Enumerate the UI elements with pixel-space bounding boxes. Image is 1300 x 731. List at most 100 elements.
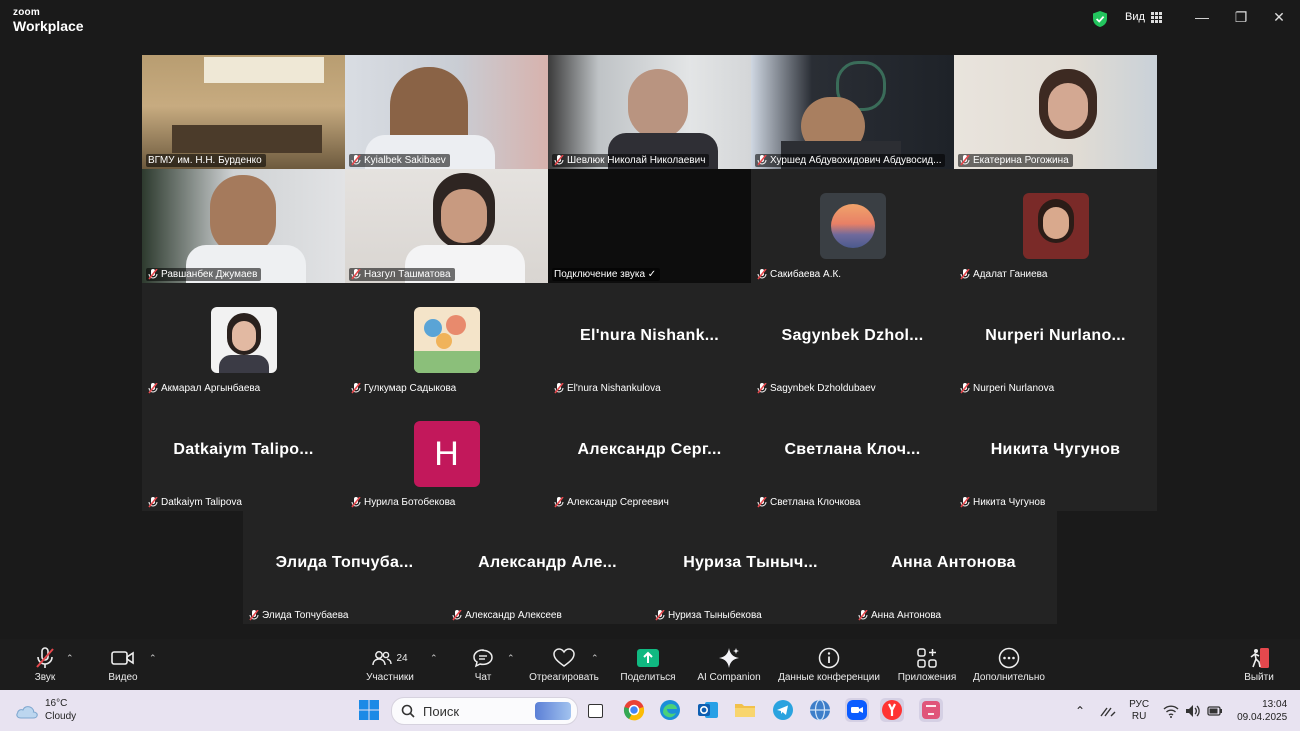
restore-icon[interactable]: ❐ bbox=[1231, 9, 1251, 26]
video-tile[interactable]: Nurperi Nurlano... Nurperi Nurlanova bbox=[954, 283, 1157, 397]
apps-button[interactable]: Приложения bbox=[894, 639, 960, 690]
outlook-icon[interactable] bbox=[696, 698, 720, 722]
participant-name-label: Александр Алексеев bbox=[450, 609, 566, 622]
video-tile[interactable]: Kyialbek Sakibaev bbox=[345, 55, 548, 169]
video-tile[interactable]: ВГМУ им. Н.Н. Бурденко bbox=[142, 55, 345, 169]
windows-start-icon[interactable] bbox=[357, 698, 381, 722]
zoom-app-icon[interactable] bbox=[845, 698, 869, 722]
video-tile[interactable]: Адалат Ганиева bbox=[954, 169, 1157, 283]
edge-icon[interactable] bbox=[658, 698, 682, 722]
chevron-up-icon[interactable]: ⌃ bbox=[430, 653, 438, 664]
participant-name-label: Адалат Ганиева bbox=[958, 268, 1051, 281]
participant-display-name: Элида Топчуба... bbox=[275, 554, 414, 571]
participant-name-label: Александр Сергеевич bbox=[552, 496, 673, 509]
video-tile[interactable]: Элида Топчуба... Элида Топчубаева bbox=[243, 510, 446, 624]
file-explorer-icon[interactable] bbox=[733, 698, 757, 722]
react-button[interactable]: Отреагировать bbox=[526, 639, 602, 690]
video-tile[interactable]: Нуриза Тыныч... Нуриза Тыныбекова bbox=[649, 510, 852, 624]
mic-muted-icon bbox=[351, 383, 361, 394]
video-tile[interactable]: Акмарал Аргынбаева bbox=[142, 283, 345, 397]
video-button[interactable]: Видео bbox=[103, 639, 143, 690]
avatar bbox=[413, 307, 480, 373]
wifi-icon[interactable] bbox=[1163, 704, 1179, 718]
cloud-icon bbox=[16, 705, 38, 718]
video-tile[interactable]: H Нурила Ботобекова bbox=[345, 397, 548, 511]
meeting-info-button[interactable]: Данные конференции bbox=[773, 639, 885, 690]
audio-button[interactable]: Звук bbox=[26, 639, 64, 690]
participants-button[interactable]: 24 Участники bbox=[362, 639, 418, 690]
weather-condition: Cloudy bbox=[45, 710, 77, 722]
taskbar-search[interactable]: Поиск bbox=[391, 697, 578, 725]
video-tile[interactable]: Шевлюк Николай Николаевич bbox=[548, 55, 751, 169]
windows-taskbar: 16°C Cloudy Поиск ⌃ РУС RU 13:04 09.04.2025 bbox=[0, 690, 1300, 731]
video-tile[interactable]: Sagynbek Dzhol... Sagynbek Dzholdubaev bbox=[751, 283, 954, 397]
ai-companion-button[interactable]: AI Companion bbox=[693, 639, 765, 690]
chevron-up-icon[interactable]: ⌃ bbox=[66, 653, 74, 664]
network-icon[interactable] bbox=[1099, 704, 1117, 718]
chevron-up-icon[interactable]: ⌃ bbox=[507, 653, 515, 664]
chat-icon bbox=[473, 649, 493, 668]
leave-icon bbox=[1250, 648, 1269, 668]
video-tile[interactable]: Равшанбек Джумаев bbox=[142, 169, 345, 283]
participants-count: 24 bbox=[396, 652, 408, 664]
participant-display-name: Sagynbek Dzhol... bbox=[781, 327, 924, 344]
task-view-icon[interactable] bbox=[583, 698, 607, 722]
mic-muted-icon bbox=[351, 497, 361, 508]
video-tile[interactable]: Гулкумар Садыкова bbox=[345, 283, 548, 397]
video-tile[interactable]: Александр Але... Александр Алексеев bbox=[446, 510, 649, 624]
more-icon bbox=[998, 647, 1020, 669]
mic-muted-icon bbox=[960, 269, 970, 280]
mic-muted-icon bbox=[148, 497, 158, 508]
weather-widget[interactable]: 16°C Cloudy bbox=[15, 698, 76, 723]
video-tile[interactable]: Александр Серг... Александр Сергеевич bbox=[548, 397, 751, 511]
participant-name-label: Назгул Ташматова bbox=[349, 268, 455, 281]
video-tile[interactable]: Хуршед Абдувохидович Абдувосид... bbox=[751, 55, 954, 169]
globe-app-icon[interactable] bbox=[808, 698, 832, 722]
shield-icon[interactable] bbox=[1092, 10, 1108, 28]
leave-button[interactable]: Выйти bbox=[1240, 639, 1278, 690]
video-tile[interactable]: Datkaiym Talipo... Datkaiym Talipova bbox=[142, 397, 345, 511]
sparkle-icon bbox=[719, 648, 739, 668]
mic-muted-icon bbox=[655, 610, 665, 621]
participant-name-label: Никита Чугунов bbox=[958, 496, 1049, 509]
avatar bbox=[1022, 193, 1089, 259]
video-tile[interactable]: Светлана Клоч... Светлана Клочкова bbox=[751, 397, 954, 511]
video-tile[interactable]: Сакибаева А.К. bbox=[751, 169, 954, 283]
mic-muted-icon bbox=[452, 610, 462, 621]
avatar: H bbox=[413, 421, 480, 487]
mic-muted-icon bbox=[757, 497, 767, 508]
telegram-icon[interactable] bbox=[771, 698, 795, 722]
chevron-up-icon[interactable]: ⌃ bbox=[149, 653, 157, 664]
snipping-tool-icon[interactable] bbox=[919, 698, 943, 722]
video-tile[interactable]: Екатерина Рогожина bbox=[954, 55, 1157, 169]
video-tile[interactable]: El'nura Nishank... El'nura Nishankulova bbox=[548, 283, 751, 397]
more-button[interactable]: Дополнительно bbox=[969, 639, 1049, 690]
zoom-logo: zoom Workplace bbox=[13, 7, 84, 34]
mic-muted-icon bbox=[148, 269, 158, 280]
view-button[interactable]: Вид bbox=[1125, 11, 1162, 23]
chevron-up-icon[interactable]: ⌃ bbox=[591, 653, 599, 664]
participant-display-name: Nurperi Nurlano... bbox=[985, 327, 1126, 344]
minimize-icon[interactable]: — bbox=[1192, 9, 1212, 25]
chrome-icon[interactable] bbox=[622, 698, 646, 722]
participant-name-label: Нурила Ботобекова bbox=[349, 496, 459, 509]
clock[interactable]: 13:04 09.04.2025 bbox=[1237, 698, 1287, 724]
meeting-toolbar: Звук ⌃ Видео ⌃ 24 Участники ⌃ Чат ⌃ Отре… bbox=[0, 639, 1300, 690]
video-tile[interactable]: Подключение звука ✓ bbox=[548, 169, 751, 283]
close-icon[interactable]: ✕ bbox=[1269, 9, 1289, 26]
mic-muted-icon bbox=[351, 155, 361, 166]
share-screen-button[interactable]: Поделиться bbox=[617, 639, 679, 690]
yandex-browser-icon[interactable] bbox=[880, 698, 904, 722]
battery-icon[interactable] bbox=[1207, 704, 1223, 718]
mic-muted-icon bbox=[757, 269, 767, 280]
volume-icon[interactable] bbox=[1185, 704, 1201, 718]
video-tile[interactable]: Никита Чугунов Никита Чугунов bbox=[954, 397, 1157, 511]
language-indicator[interactable]: РУС RU bbox=[1129, 699, 1149, 723]
participant-name-label: Nurperi Nurlanova bbox=[958, 382, 1058, 395]
mic-muted-icon bbox=[148, 383, 158, 394]
mic-muted-icon bbox=[757, 383, 767, 394]
video-tile[interactable]: Назгул Ташматова bbox=[345, 169, 548, 283]
chevron-up-icon[interactable]: ⌃ bbox=[1075, 704, 1085, 718]
chat-button[interactable]: Чат bbox=[468, 639, 498, 690]
video-tile[interactable]: Анна Антонова Анна Антонова bbox=[852, 510, 1055, 624]
